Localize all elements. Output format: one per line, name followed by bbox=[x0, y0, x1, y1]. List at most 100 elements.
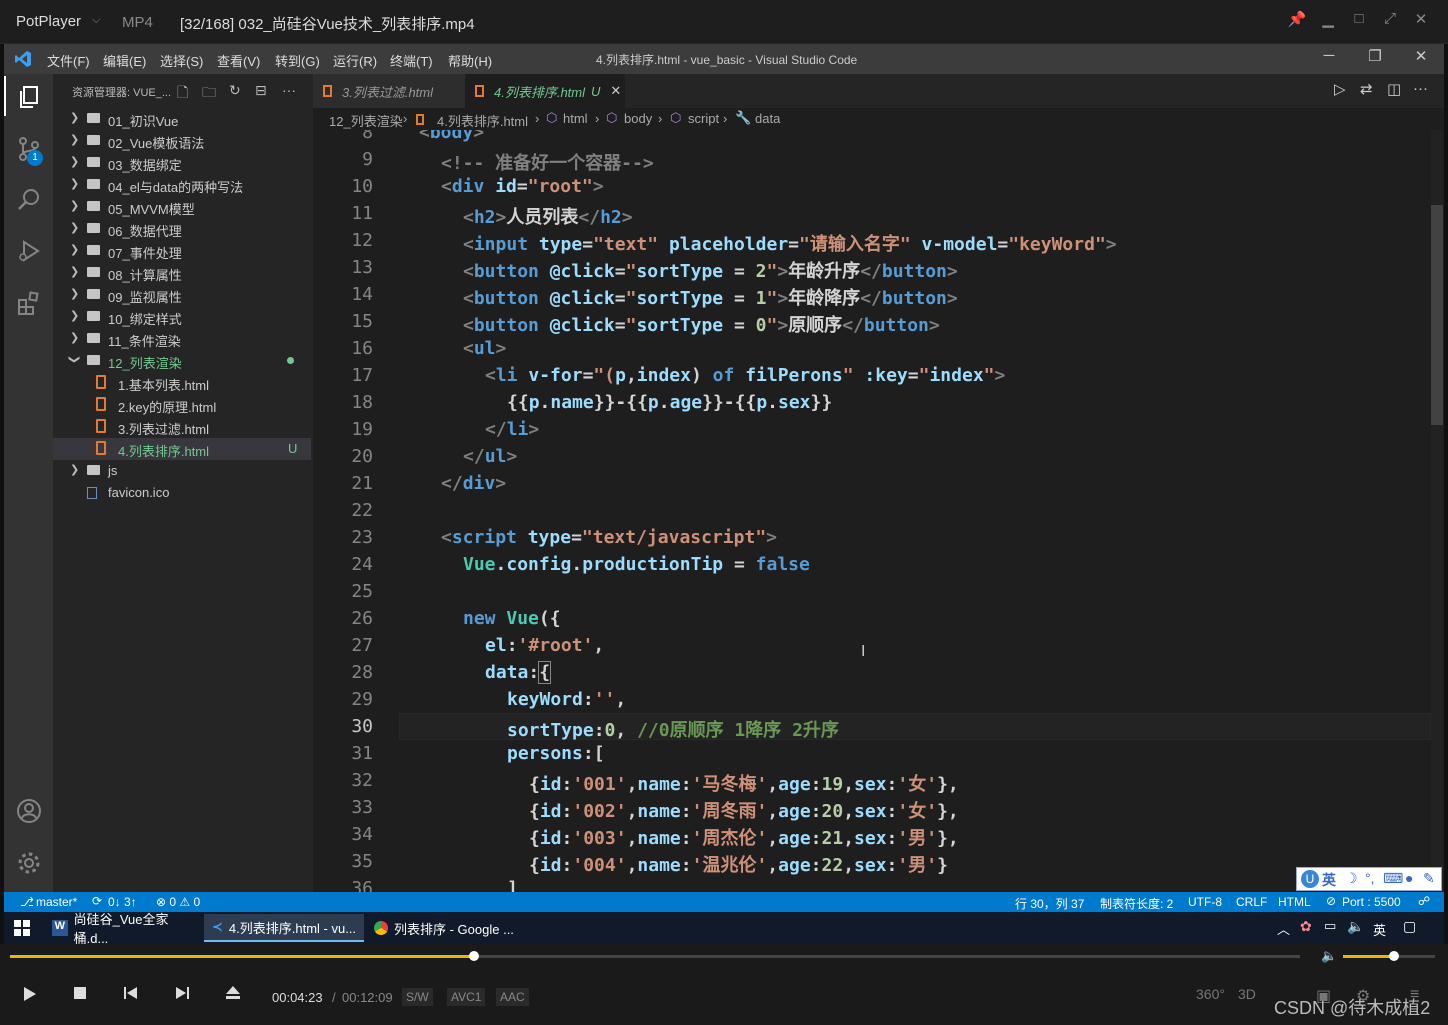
tree-file-selected[interactable]: 4.列表排序.html U bbox=[53, 438, 311, 460]
potplayer-menu-button[interactable]: PotPlayer bbox=[16, 13, 81, 30]
tab-list-filter[interactable]: 3.列表过滤.html bbox=[313, 74, 465, 108]
vscode-restore-button[interactable]: ❐ bbox=[1363, 47, 1387, 71]
moon-icon[interactable]: ☽ bbox=[1345, 870, 1358, 887]
vr360-button[interactable]: 360° bbox=[1196, 986, 1225, 1002]
tree-file[interactable]: 3.列表过滤.html bbox=[53, 416, 311, 438]
extensions-icon[interactable] bbox=[4, 280, 53, 326]
menu-terminal[interactable]: 终端(T) bbox=[390, 51, 433, 70]
new-folder-icon[interactable]: 🗀 bbox=[202, 82, 216, 106]
tree-folder[interactable]: ❯ 09_监视属性 bbox=[53, 284, 311, 306]
breadcrumb-item[interactable]: 12_列表渲染 bbox=[329, 111, 403, 130]
pin-icon[interactable]: 📌 bbox=[1285, 10, 1309, 34]
tree-folder-open[interactable]: ❯ 12_列表渲染 bbox=[53, 350, 311, 372]
refresh-icon[interactable]: ↻ bbox=[229, 82, 241, 99]
menu-go[interactable]: 转到(G) bbox=[275, 51, 320, 70]
tree-folder[interactable]: ❯ 08_计算属性 bbox=[53, 262, 311, 284]
network-icon[interactable]: ▭ bbox=[1324, 918, 1336, 934]
vscode-close-button[interactable]: ✕ bbox=[1409, 47, 1433, 71]
close-icon[interactable]: ✕ bbox=[610, 83, 621, 99]
chevron-down-icon[interactable]: ⌵ bbox=[92, 14, 100, 27]
menu-run[interactable]: 运行(R) bbox=[333, 51, 377, 70]
menu-edit[interactable]: 编辑(E) bbox=[103, 51, 146, 70]
tree-folder[interactable]: ❯ 04_el与data的两种写法 bbox=[53, 174, 311, 196]
taskbar-word[interactable]: W 尚硅谷_Vue全家桶.d... bbox=[44, 912, 200, 946]
maximize-button[interactable]: □ bbox=[1347, 10, 1371, 34]
next-button[interactable] bbox=[170, 986, 194, 1008]
feedback-icon[interactable]: ☍ bbox=[1418, 894, 1430, 908]
taskbar-chrome[interactable]: 列表排序 - Google ... bbox=[366, 914, 522, 942]
input-language[interactable]: 英 bbox=[1373, 920, 1386, 939]
new-file-icon[interactable]: 🗋 bbox=[177, 82, 188, 106]
tree-folder[interactable]: ❯ 06_数据代理 bbox=[53, 218, 311, 240]
run-debug-icon[interactable] bbox=[4, 228, 53, 274]
ime-toolbar[interactable]: U 英 ☽ °, ⌨ ● ✎ bbox=[1296, 867, 1442, 891]
tray-app-icon[interactable]: ✿ bbox=[1300, 918, 1312, 935]
windows-start-icon[interactable] bbox=[14, 920, 30, 941]
video-codec-badge[interactable]: AVC1 bbox=[447, 988, 486, 1006]
more-actions-icon[interactable]: ··· bbox=[282, 82, 296, 98]
tree-folder[interactable]: ❯ 11_条件渲染 bbox=[53, 328, 311, 350]
source-control-icon[interactable] bbox=[4, 126, 53, 172]
tree-file[interactable]: favicon.ico bbox=[53, 482, 311, 504]
breadcrumb-item[interactable]: html bbox=[563, 111, 588, 126]
taskbar-vscode[interactable]: ≺ 4.列表排序.html - vu... bbox=[204, 914, 364, 942]
keyboard-icon[interactable]: ⌨ bbox=[1383, 870, 1403, 887]
git-branch[interactable]: master* bbox=[36, 895, 77, 909]
tree-folder[interactable]: ❯ 10_绑定样式 bbox=[53, 306, 311, 328]
stop-button[interactable] bbox=[68, 986, 92, 1008]
scrollbar-thumb[interactable] bbox=[1431, 205, 1443, 425]
live-server-port[interactable]: Port : 5500 bbox=[1342, 895, 1401, 909]
breadcrumb-item[interactable]: body bbox=[624, 111, 652, 126]
encoding[interactable]: UTF-8 bbox=[1188, 895, 1222, 909]
tree-folder[interactable]: ❯ 02_Vue模板语法 bbox=[53, 130, 311, 152]
vscode-minimize-button[interactable]: ─ bbox=[1317, 47, 1341, 71]
3d-button[interactable]: 3D bbox=[1238, 986, 1256, 1002]
compare-icon[interactable]: ⇄ bbox=[1360, 80, 1373, 98]
collapse-all-icon[interactable]: ⊟ bbox=[255, 82, 267, 99]
notification-icon[interactable]: ▢ bbox=[1403, 918, 1416, 935]
menu-selection[interactable]: 选择(S) bbox=[160, 51, 203, 70]
tree-file[interactable]: 2.key的原理.html bbox=[53, 394, 311, 416]
search-icon[interactable] bbox=[4, 177, 53, 223]
fullscreen-button[interactable]: ⤢ bbox=[1378, 10, 1402, 34]
previous-button[interactable] bbox=[119, 986, 143, 1008]
account-icon[interactable] bbox=[4, 788, 53, 834]
tree-folder[interactable]: ❯ 07_事件处理 bbox=[53, 240, 311, 262]
eject-button[interactable] bbox=[221, 986, 245, 1008]
split-editor-icon[interactable]: ◫ bbox=[1387, 80, 1401, 98]
indentation[interactable]: 制表符长度: 2 bbox=[1100, 895, 1173, 912]
tree-folder[interactable]: ❯ js bbox=[53, 460, 311, 482]
run-icon[interactable]: ▷ bbox=[1334, 80, 1346, 98]
language-mode[interactable]: HTML bbox=[1278, 895, 1311, 909]
chevron-up-icon[interactable]: ︿ bbox=[1277, 919, 1290, 938]
tree-folder[interactable]: ❯ 05_MVVM模型 bbox=[53, 196, 311, 218]
more-actions-icon[interactable]: ··· bbox=[1413, 80, 1428, 97]
volume-icon[interactable]: 🔈 bbox=[1347, 918, 1364, 935]
cursor-position[interactable]: 行 30，列 37 bbox=[1015, 895, 1084, 912]
end-of-line[interactable]: CRLF bbox=[1236, 895, 1267, 909]
close-button[interactable]: ✕ bbox=[1409, 10, 1433, 34]
git-sync[interactable]: 0↓ 3↑ bbox=[108, 895, 137, 909]
audio-codec-badge[interactable]: AAC bbox=[496, 988, 529, 1006]
tree-file[interactable]: 1.基本列表.html bbox=[53, 372, 311, 394]
minimize-button[interactable]: ▁ bbox=[1316, 10, 1340, 34]
volume-icon[interactable]: 🔈 bbox=[1321, 948, 1337, 964]
code-editor[interactable]: 8 9 10 11 12 13 14 15 16 17 18 19 20 21 22 23 24 25 26 27 28… bbox=[313, 130, 1431, 892]
tree-folder[interactable]: ❯ 01_初识Vue bbox=[53, 108, 311, 130]
gear-icon[interactable] bbox=[4, 840, 53, 886]
wrench-icon[interactable]: ✎ bbox=[1423, 870, 1435, 887]
breadcrumb-item[interactable]: script bbox=[688, 111, 719, 126]
breadcrumb-item[interactable]: data bbox=[755, 111, 780, 126]
menu-file[interactable]: 文件(F) bbox=[47, 51, 90, 70]
punctuation-icon[interactable]: °, bbox=[1365, 870, 1375, 886]
problems-count[interactable]: ⊗ 0 ⚠ 0 bbox=[156, 895, 200, 909]
tree-folder[interactable]: ❯ 03_数据绑定 bbox=[53, 152, 311, 174]
menu-help[interactable]: 帮助(H) bbox=[448, 51, 492, 70]
menu-view[interactable]: 查看(V) bbox=[217, 51, 260, 70]
user-icon[interactable]: ● bbox=[1405, 870, 1413, 886]
decoder-badge[interactable]: S/W bbox=[402, 988, 433, 1006]
tab-list-sort[interactable]: 4.列表排序.html U ✕ bbox=[465, 74, 625, 108]
volume-handle[interactable] bbox=[1388, 951, 1399, 961]
breadcrumb-item[interactable]: 4.列表排序.html bbox=[437, 111, 528, 130]
explorer-icon[interactable] bbox=[4, 74, 53, 120]
